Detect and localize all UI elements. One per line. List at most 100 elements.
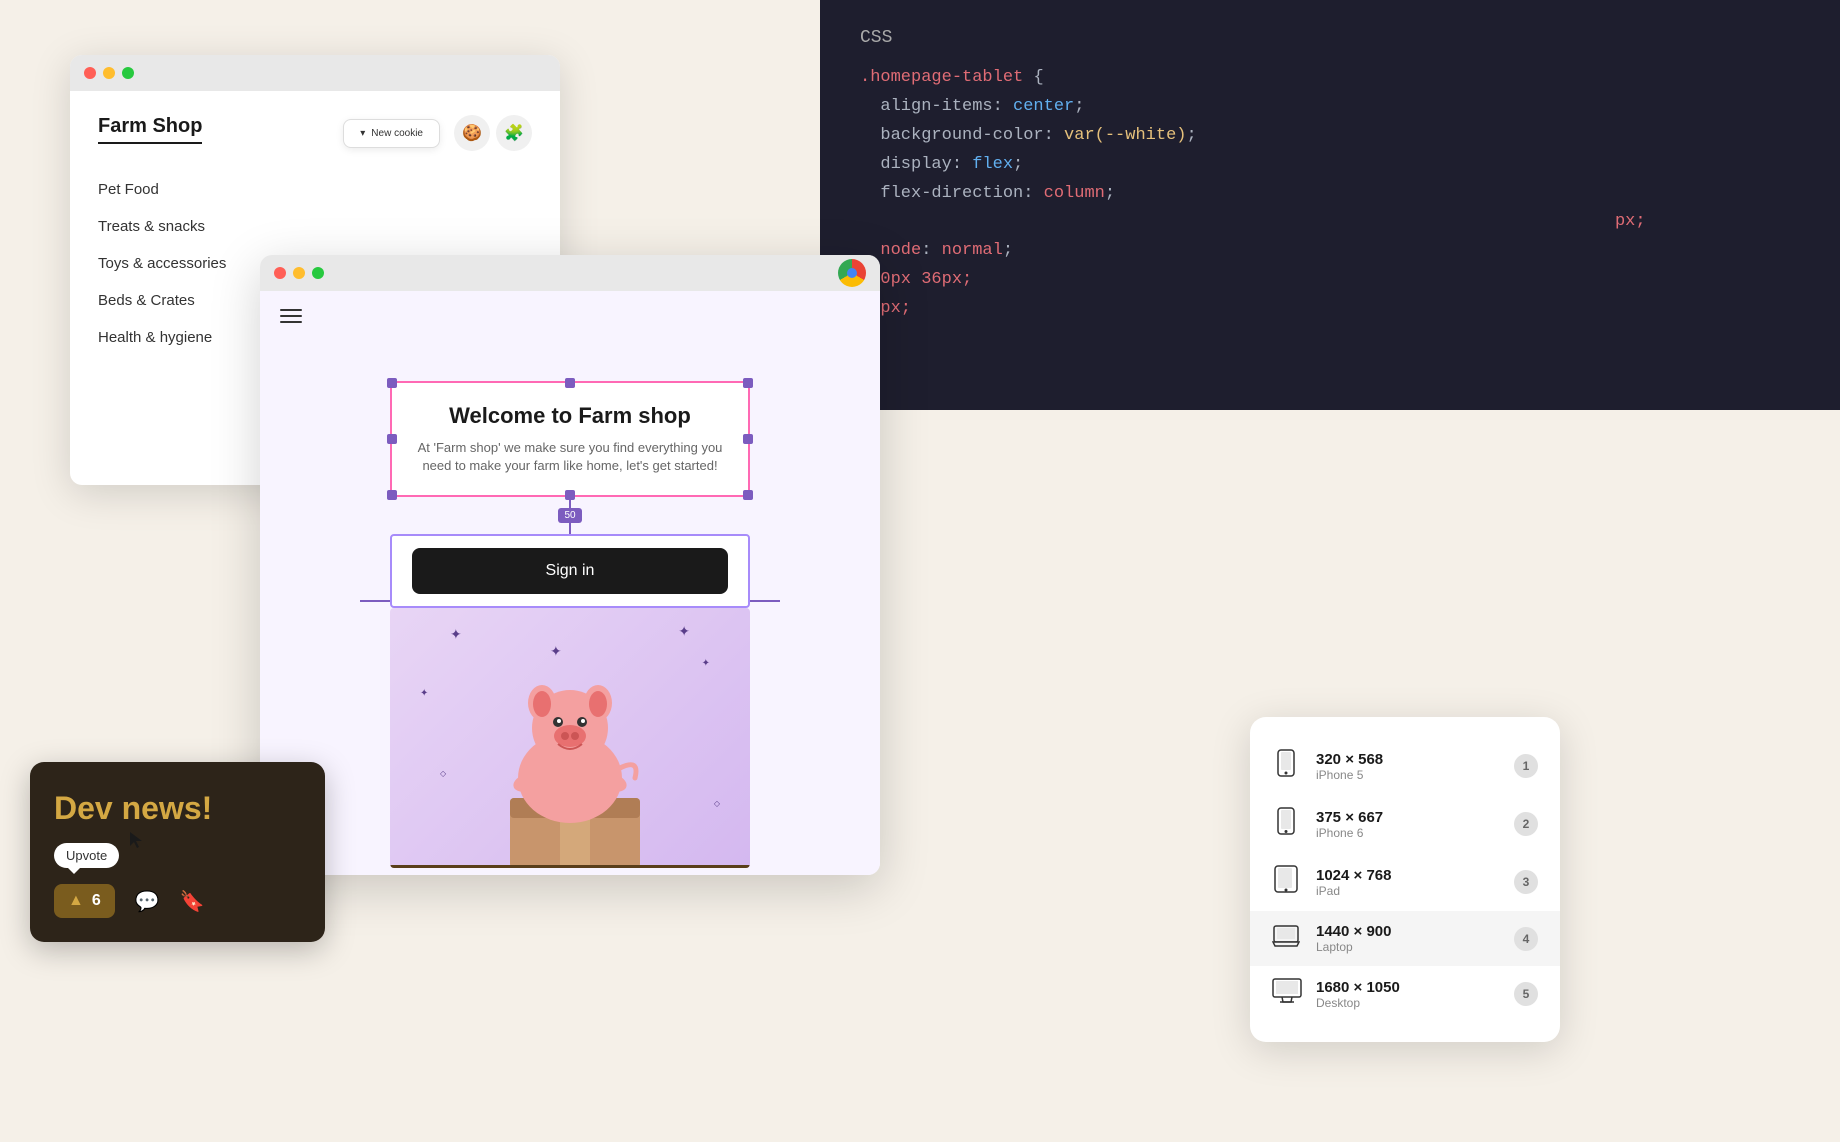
dropdown-arrow: ▾	[360, 128, 365, 139]
browser-titlebar	[70, 55, 560, 91]
comment-icon[interactable]: 💬	[135, 889, 160, 914]
css-label: CSS	[820, 0, 1840, 64]
iphone6-icon	[1272, 807, 1300, 841]
hamburger-menu[interactable]	[280, 309, 302, 323]
handle-ml	[387, 434, 397, 444]
device-sizes-panel: 320 × 568 iPhone 5 1 375 × 667 iPhone 6 …	[1250, 717, 1560, 1042]
laptop-badge: 4	[1514, 927, 1538, 951]
ipad-icon	[1272, 865, 1300, 899]
device-item-ipad[interactable]: 1024 × 768 iPad 3	[1250, 853, 1560, 911]
pig-svg	[470, 648, 670, 868]
signin-section: Sign in	[390, 534, 750, 608]
welcome-subtitle: At 'Farm shop' we make sure you find eve…	[412, 439, 728, 475]
sparkle-3: ✦	[678, 623, 690, 640]
sparkle-1: ✦	[450, 626, 462, 643]
css-code-panel: CSS .homepage-tablet { align-items: cent…	[820, 0, 1840, 410]
dev-news-card: Dev news! Upvote ▲ 6 💬 🔖	[30, 762, 325, 942]
hamburger-line-2	[280, 315, 302, 317]
sign-in-button[interactable]: Sign in	[412, 548, 728, 594]
css-brace-open: {	[1033, 68, 1043, 87]
device-item-laptop[interactable]: 1440 × 900 Laptop 4	[1250, 911, 1560, 966]
design-canvas: Welcome to Farm shop At 'Farm shop' we m…	[260, 291, 880, 875]
chrome-browser-icon	[838, 259, 866, 287]
css-line-7: node: normal;	[860, 237, 1800, 266]
desktop-icon	[1272, 978, 1300, 1010]
ipad-name: iPad	[1316, 884, 1498, 898]
iphone5-icon	[1272, 749, 1300, 783]
pig-svg-container	[470, 648, 670, 868]
sparkle-6: ◇	[714, 799, 720, 808]
iphone5-info: 320 × 568 iPhone 5	[1316, 751, 1498, 782]
css-line-9: px;	[860, 295, 1800, 324]
upvote-tooltip: Upvote	[54, 843, 119, 868]
laptop-info: 1440 × 900 Laptop	[1316, 923, 1498, 954]
pig-illustration: ✦ ✦ ✦ ✦ ✦ ◇ ◇	[390, 608, 750, 868]
laptop-size: 1440 × 900	[1316, 923, 1498, 940]
puzzle-icon-button[interactable]: 🧩	[496, 115, 532, 151]
upvote-count: 6	[92, 892, 101, 910]
tooltip-container: Upvote	[54, 843, 119, 884]
cookie-emoji: 🍪	[462, 123, 482, 143]
laptop-icon	[1272, 925, 1300, 953]
upvote-arrow-icon: ▲	[68, 892, 84, 910]
close-button[interactable]	[84, 67, 96, 79]
dev-news-title: Dev news!	[54, 790, 301, 827]
handle-tr	[743, 378, 753, 388]
css-line-10: }	[860, 324, 1800, 353]
farm-logo: Farm Shop	[98, 115, 202, 144]
design-selection-container: Welcome to Farm shop At 'Farm shop' we m…	[390, 331, 750, 868]
desktop-name: Desktop	[1316, 996, 1498, 1010]
handle-tm	[565, 378, 575, 388]
css-line-4: display: flex;	[860, 151, 1800, 180]
mouse-cursor	[128, 830, 144, 850]
desktop-size: 1680 × 1050	[1316, 979, 1498, 996]
chrome-logo	[838, 259, 866, 287]
handle-br	[743, 490, 753, 500]
iphone5-size: 320 × 568	[1316, 751, 1498, 768]
handle-bl	[387, 490, 397, 500]
cookie-dropdown-label: New cookie	[371, 128, 423, 139]
iphone5-name: iPhone 5	[1316, 768, 1498, 782]
puzzle-emoji: 🧩	[504, 123, 524, 143]
css-line-3: background-color: var(--white);	[860, 122, 1800, 151]
laptop-name: Laptop	[1316, 940, 1498, 954]
design-titlebar	[260, 255, 880, 291]
welcome-title: Welcome to Farm shop	[412, 403, 728, 429]
css-line-8: 0px 36px;	[860, 266, 1800, 295]
chrome-center	[847, 268, 857, 278]
maximize-button[interactable]	[122, 67, 134, 79]
welcome-section: Welcome to Farm shop At 'Farm shop' we m…	[390, 381, 750, 497]
handle-tl	[387, 378, 397, 388]
iphone6-info: 375 × 667 iPhone 6	[1316, 809, 1498, 840]
iphone6-name: iPhone 6	[1316, 826, 1498, 840]
farm-logo-text: Farm Shop	[98, 115, 202, 144]
sparkle-7: ◇	[440, 769, 446, 778]
minimize-button[interactable]	[103, 67, 115, 79]
device-item-desktop[interactable]: 1680 × 1050 Desktop 5	[1250, 966, 1560, 1022]
hamburger-line-1	[280, 309, 302, 311]
connector-right	[750, 600, 780, 602]
iphone6-badge: 2	[1514, 812, 1538, 836]
design-maximize-btn[interactable]	[312, 267, 324, 279]
device-item-iphone5[interactable]: 320 × 568 iPhone 5 1	[1250, 737, 1560, 795]
cookie-dropdown[interactable]: ▾ New cookie	[343, 119, 440, 148]
bookmark-icon[interactable]: 🔖	[180, 889, 205, 914]
css-line-6: px;	[860, 208, 1800, 237]
connector-left	[360, 600, 390, 602]
css-selector: .homepage-tablet	[860, 68, 1023, 87]
design-minimize-btn[interactable]	[293, 267, 305, 279]
upvote-button[interactable]: ▲ 6	[54, 884, 115, 918]
iphone5-badge: 1	[1514, 754, 1538, 778]
css-code-block: .homepage-tablet { align-items: center; …	[820, 64, 1840, 353]
device-item-iphone6[interactable]: 375 × 667 iPhone 6 2	[1250, 795, 1560, 853]
cookie-icon-button[interactable]: 🍪	[454, 115, 490, 151]
nav-item-treats[interactable]: Treats & snacks	[98, 208, 532, 245]
design-close-btn[interactable]	[274, 267, 286, 279]
nav-item-pet-food[interactable]: Pet Food	[98, 171, 532, 208]
hamburger-line-3	[280, 321, 302, 323]
desktop-info: 1680 × 1050 Desktop	[1316, 979, 1498, 1010]
sparkle-4: ✦	[702, 658, 710, 669]
desktop-badge: 5	[1514, 982, 1538, 1006]
handle-mr	[743, 434, 753, 444]
iphone6-size: 375 × 667	[1316, 809, 1498, 826]
